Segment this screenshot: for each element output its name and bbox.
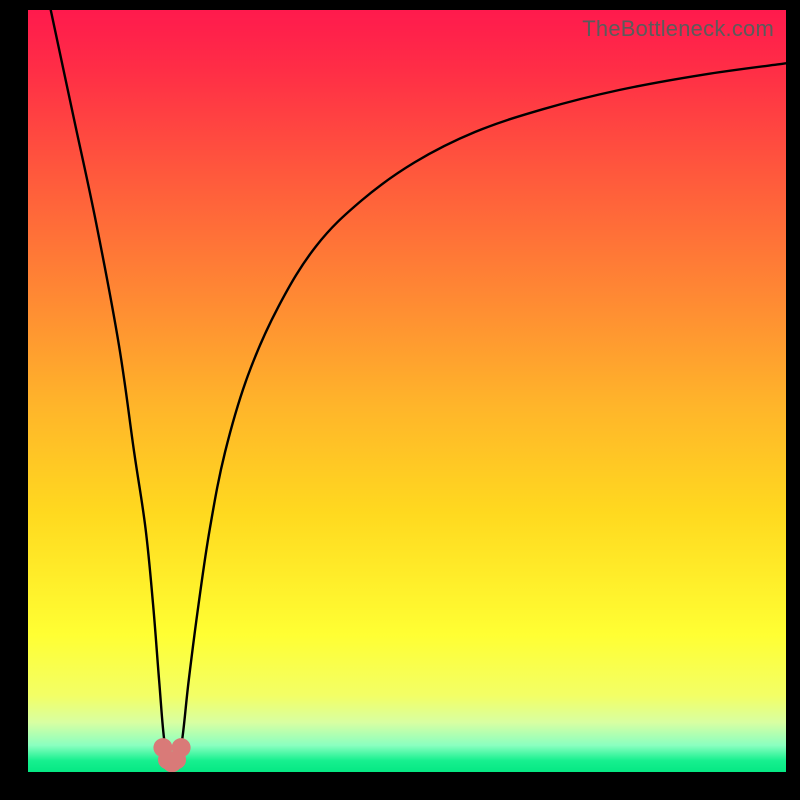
- gradient-background: [28, 10, 786, 772]
- bottleneck-chart: [28, 10, 786, 772]
- plot-area: TheBottleneck.com: [28, 10, 786, 772]
- optimum-marker: [172, 738, 191, 757]
- chart-frame: TheBottleneck.com: [0, 0, 800, 800]
